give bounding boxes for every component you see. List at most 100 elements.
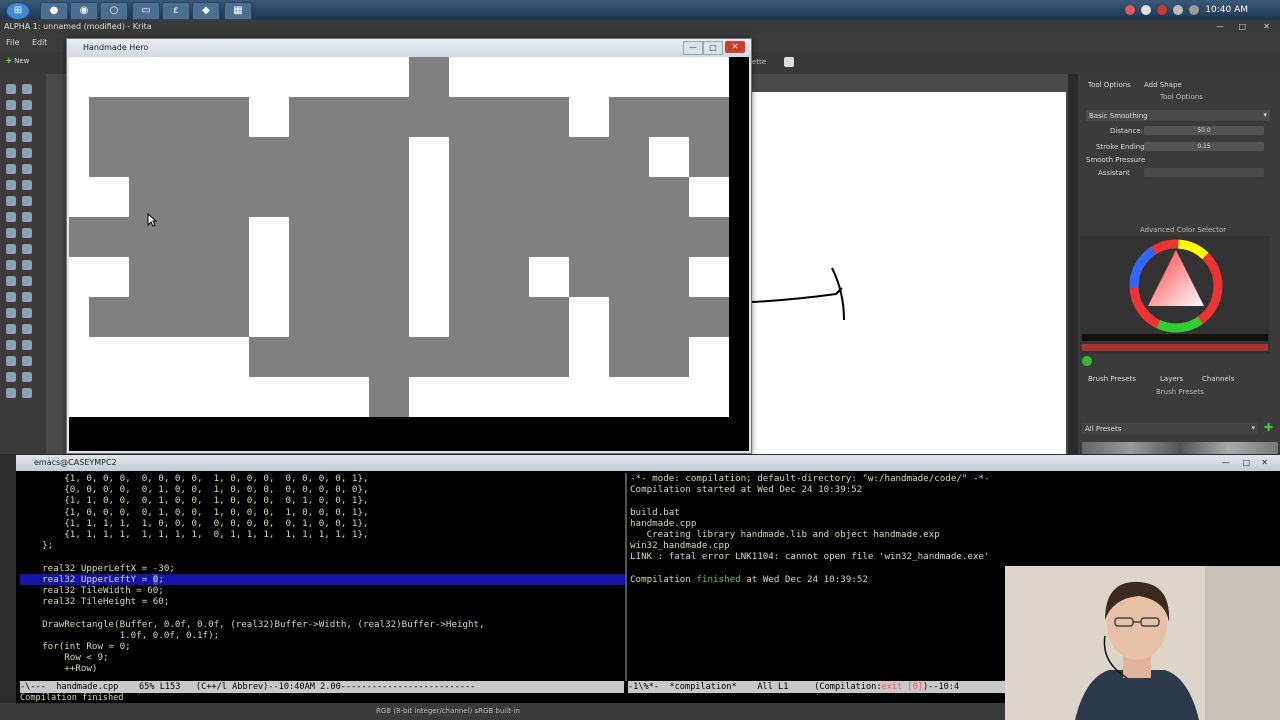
- calculator-icon[interactable]: ▦: [224, 2, 252, 20]
- tool-icon[interactable]: [22, 148, 32, 158]
- handmade-hero-title-bar[interactable]: Handmade Hero — □ ✕: [67, 39, 751, 57]
- tool-icon[interactable]: [6, 148, 16, 158]
- tool-icon[interactable]: [6, 84, 16, 94]
- tool-icon[interactable]: [6, 340, 16, 350]
- close-button[interactable]: ✕: [725, 41, 745, 53]
- start-button[interactable]: ⊞: [6, 2, 30, 20]
- tool-icon[interactable]: [6, 356, 16, 366]
- stroke-ending-slider[interactable]: 0.15: [1144, 142, 1264, 151]
- wall-tile: [249, 97, 289, 137]
- tool-icon[interactable]: [22, 292, 32, 302]
- tool-icon[interactable]: [22, 116, 32, 126]
- tool-icon[interactable]: [22, 100, 32, 110]
- tool-icon[interactable]: [22, 372, 32, 382]
- mouse-cursor-icon: [147, 213, 157, 227]
- emacs-close-button[interactable]: ✕: [1261, 455, 1268, 471]
- tool-icon[interactable]: [6, 324, 16, 334]
- opera-icon[interactable]: ○: [100, 2, 128, 20]
- tool-icon[interactable]: [6, 116, 16, 126]
- tool-icon[interactable]: [6, 308, 16, 318]
- source-editor-pane[interactable]: {1, 0, 0, 0, 0, 0, 0, 0, 1, 0, 0, 0, 0, …: [20, 473, 626, 679]
- clock[interactable]: 10:40 AM: [1205, 5, 1248, 15]
- emacs-icon[interactable]: ε: [162, 2, 190, 20]
- brush-preset-strip[interactable]: [1082, 442, 1278, 454]
- tool-icon[interactable]: [22, 388, 32, 398]
- presets-filter-dropdown[interactable]: All Presets ▾: [1082, 423, 1258, 434]
- tool-icon[interactable]: [22, 196, 32, 206]
- emacs-minimize-button[interactable]: —: [1222, 455, 1230, 471]
- advanced-color-selector[interactable]: [1080, 236, 1270, 354]
- tool-icon[interactable]: [6, 196, 16, 206]
- tool-icon[interactable]: [22, 308, 32, 318]
- new-button[interactable]: ✚ New: [6, 57, 29, 65]
- volume-icon[interactable]: [1173, 5, 1184, 15]
- tool-icon[interactable]: [6, 212, 16, 222]
- tool-icon[interactable]: [22, 356, 32, 366]
- smoothing-dropdown[interactable]: Basic Smoothing ▾: [1086, 110, 1270, 121]
- tool-icon[interactable]: [22, 244, 32, 254]
- code-line: 1.0f, 0.0f, 0.1f);: [20, 629, 220, 641]
- tab-channels[interactable]: Channels: [1202, 375, 1234, 383]
- alert-icon[interactable]: [1157, 5, 1168, 15]
- game-viewport[interactable]: [69, 57, 749, 451]
- palette-tab[interactable]: lette: [750, 58, 766, 66]
- chrome-icon[interactable]: ●: [40, 2, 68, 20]
- firefox-icon[interactable]: ◉: [70, 2, 98, 20]
- tool-icon[interactable]: [22, 164, 32, 174]
- wall-tile: [409, 257, 449, 297]
- emacs-title-bar[interactable]: emacs@CASEYMPC2 — □ ✕: [16, 455, 1280, 471]
- tool-icon[interactable]: [22, 180, 32, 190]
- tool-icon[interactable]: [22, 132, 32, 142]
- krita-close-button[interactable]: ✕: [1263, 20, 1270, 34]
- krita-minimize-button[interactable]: —: [1216, 20, 1224, 34]
- tab-brush-presets[interactable]: Brush Presets: [1088, 375, 1136, 383]
- tool-icon[interactable]: [6, 132, 16, 142]
- assistant-checkbox[interactable]: Assistant: [1098, 169, 1130, 177]
- tool-icon[interactable]: [6, 180, 16, 190]
- tool-icon[interactable]: [6, 388, 16, 398]
- tool-icon[interactable]: [22, 324, 32, 334]
- tool-icon[interactable]: [6, 100, 16, 110]
- tool-icon[interactable]: [22, 260, 32, 270]
- tool-icon[interactable]: [6, 372, 16, 382]
- tool-icon[interactable]: [22, 228, 32, 238]
- antivirus-icon[interactable]: [1125, 5, 1136, 15]
- tool-icon[interactable]: [22, 212, 32, 222]
- tab-add-shape[interactable]: Add Shape: [1144, 81, 1182, 89]
- minimize-button[interactable]: —: [683, 41, 703, 55]
- tool-icon[interactable]: [22, 84, 32, 94]
- refresh-icon[interactable]: [1082, 356, 1092, 366]
- wall-tile: [89, 57, 129, 97]
- visual-studio-icon[interactable]: ◆: [192, 2, 220, 20]
- krita-maximize-button[interactable]: □: [1238, 20, 1246, 34]
- floor-tile: [369, 97, 409, 137]
- menu-edit[interactable]: Edit: [22, 38, 48, 47]
- tool-icon[interactable]: [22, 276, 32, 286]
- krita-canvas[interactable]: [751, 92, 1066, 454]
- compilation-pane[interactable]: -*- mode: compilation; default-directory…: [630, 473, 1010, 679]
- assistant-magnetism-slider[interactable]: [1144, 168, 1264, 177]
- cmd-icon[interactable]: ▭: [132, 2, 160, 20]
- tool-icon[interactable]: [6, 228, 16, 238]
- tool-icon[interactable]: [22, 340, 32, 350]
- network-icon[interactable]: [1141, 5, 1152, 15]
- power-icon[interactable]: [1189, 5, 1200, 15]
- floor-tile: [169, 217, 209, 257]
- tool-icon[interactable]: [6, 276, 16, 286]
- menu-file[interactable]: File: [0, 38, 19, 47]
- distance-slider[interactable]: 50.0: [1144, 126, 1264, 135]
- palette-icon[interactable]: [784, 57, 794, 67]
- floor-tile: [409, 337, 449, 377]
- pane-divider[interactable]: [625, 473, 627, 681]
- smooth-pressure-checkbox[interactable]: Smooth Pressure: [1086, 156, 1145, 164]
- tool-icon[interactable]: [6, 244, 16, 254]
- tool-icon[interactable]: [6, 292, 16, 302]
- tab-tool-options[interactable]: Tool Options: [1088, 81, 1131, 89]
- add-preset-icon[interactable]: ✚: [1264, 421, 1273, 434]
- tool-icon[interactable]: [6, 164, 16, 174]
- tab-layers[interactable]: Layers: [1160, 375, 1183, 383]
- floor-tile: [649, 217, 689, 257]
- tool-icon[interactable]: [6, 260, 16, 270]
- maximize-button[interactable]: □: [703, 41, 723, 55]
- emacs-maximize-button[interactable]: □: [1242, 455, 1250, 471]
